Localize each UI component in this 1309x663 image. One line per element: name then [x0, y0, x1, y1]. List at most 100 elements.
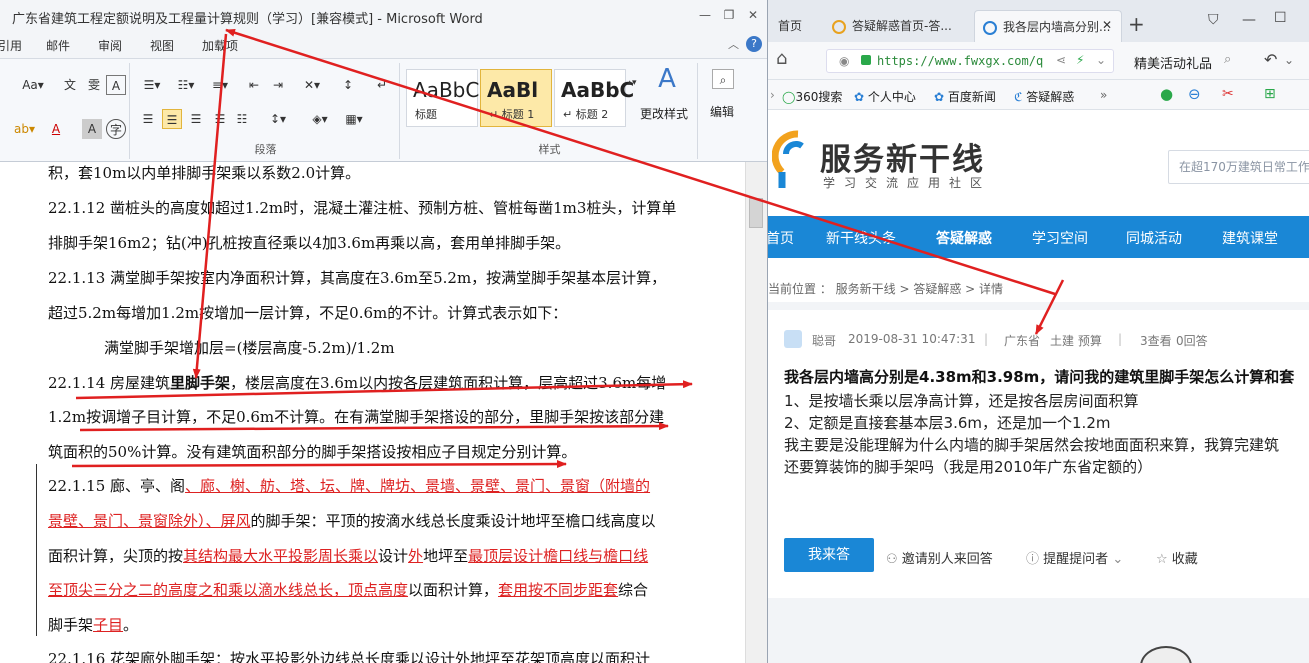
char-box-icon[interactable]: A [106, 75, 126, 95]
asian-layout-icon[interactable]: ✕▾ [298, 75, 326, 95]
search-icon[interactable]: ⌕ [1224, 52, 1231, 67]
align-right-icon[interactable]: ☰ [186, 109, 206, 129]
decrease-indent-icon[interactable]: ⇤ [244, 75, 264, 95]
styles-scroll-icon[interactable]: ▴▾ [626, 73, 638, 93]
bookmark-prev-icon[interactable]: › [770, 88, 775, 102]
answer-button[interactable]: 我来答 [784, 538, 874, 572]
bookmark-360[interactable]: ◯360搜索 [782, 88, 842, 105]
change-styles-label[interactable]: 更改样式 [640, 105, 688, 122]
invite-button[interactable]: ⚇ 邀请别人来回答 [886, 548, 993, 567]
menu-addins[interactable]: 加载项 [202, 37, 238, 54]
menu-references[interactable]: 引用 [0, 37, 22, 54]
close-button[interactable]: ✕ [744, 6, 762, 24]
style-heading-2-sample: AaBbC [561, 78, 635, 102]
menu-view[interactable]: 视图 [150, 37, 174, 54]
shirt-icon[interactable]: ⛉ [1208, 12, 1219, 28]
change-styles-icon[interactable]: A [652, 66, 682, 92]
lightning-icon[interactable]: ⚡ [1076, 53, 1084, 67]
minimize-button[interactable]: — [696, 6, 714, 24]
ribbon-collapse-icon[interactable]: ︿ [728, 36, 739, 52]
question-body-line: 我主要是没能理解为什么内墙的脚手架居然会按地面面积来算，我算完建筑 [784, 436, 1280, 454]
align-left-icon[interactable]: ☰ [138, 109, 158, 129]
nav-learning[interactable]: 学习空间 [1032, 228, 1088, 248]
tab-home-label: 首页 [778, 19, 803, 33]
line-spacing-icon[interactable]: ↕▾ [264, 109, 292, 129]
maximize-icon[interactable]: ☐ [1274, 10, 1287, 26]
bookmarks-more-icon[interactable]: » [1100, 88, 1107, 102]
promo-link[interactable]: 精美活动礼品 [1134, 53, 1212, 72]
highlight-icon[interactable]: ab▾ [14, 119, 35, 139]
document-body[interactable]: 积，套10m以内单排脚手架乘以系数2.0计算。 22.1.12 凿桩头的高度如超过… [0, 162, 745, 663]
multilevel-list-icon[interactable]: ≡▾ [206, 75, 234, 95]
borders-icon[interactable]: ▦▾ [340, 109, 368, 129]
help-icon[interactable]: ? [746, 36, 762, 52]
char-border-icon[interactable]: 雯 [84, 75, 104, 95]
enclose-char-icon[interactable]: 字 [106, 119, 126, 139]
restore-button[interactable]: ❐ [720, 6, 738, 24]
distributed-icon[interactable]: ☷ [232, 109, 252, 129]
change-case-icon[interactable]: Aa▾ [20, 75, 46, 95]
undo-dropdown-icon[interactable]: ⌄ [1284, 53, 1294, 67]
tab-question[interactable]: 我各层内墙高分别... [974, 10, 1122, 42]
site-search-input[interactable]: 在超170万建筑日常工作问题中搜索 [1168, 150, 1309, 184]
add-ext-icon[interactable]: ⊞ [1264, 86, 1276, 102]
bookmark-baidu[interactable]: ✿ 百度新闻 [934, 88, 996, 105]
favorite-button[interactable]: ☆ 收藏 [1156, 548, 1198, 567]
nav-local-events[interactable]: 同城活动 [1126, 228, 1182, 248]
dropdown-icon[interactable]: ⌄ [1096, 53, 1106, 67]
question-user[interactable]: 聪哥 [812, 332, 836, 349]
style-heading-1[interactable]: AaBl ↵ 标题 1 [480, 69, 552, 127]
scroll-thumb[interactable] [749, 198, 763, 228]
bookmark-personal-label: 个人中心 [867, 90, 916, 104]
bookmark-personal[interactable]: ✿ 个人中心 [854, 88, 916, 105]
vertical-scrollbar[interactable] [745, 162, 767, 663]
favorite-label: 收藏 [1171, 552, 1198, 567]
doc-line: 22.1.14 房屋建筑里脚手架，楼层高度在3.6m以内按各层建筑面积计算，层高… [48, 372, 666, 393]
scissors-icon[interactable]: ✂ [1222, 86, 1234, 102]
minimize-icon[interactable]: — [1242, 12, 1256, 28]
question-title: 我各层内墙高分别是4.38m和3.98m，请问我的建筑里脚手架怎么计算和套 [784, 368, 1295, 386]
tab-home[interactable]: 首页 [768, 10, 818, 42]
bookmark-qa[interactable]: ℭ 答疑解惑 [1014, 88, 1074, 105]
home-icon[interactable]: ⌂ [776, 48, 787, 69]
avatar[interactable] [784, 330, 802, 348]
breadcrumb[interactable]: 当前位置 ： 服务新干线 > 答疑解惑 > 详情 [768, 280, 1003, 297]
tab-question-label: 我各层内墙高分别... [1003, 20, 1111, 34]
font-color-icon[interactable]: A [46, 119, 66, 139]
tab-close-icon[interactable]: ✕ [1102, 18, 1112, 32]
doc-text: ，楼层高度在3.6m以内按各层建筑面积计算，层高超过3.6m每增 [230, 374, 667, 392]
new-tab-button[interactable]: + [1128, 12, 1145, 36]
edit-label[interactable]: 编辑 [710, 103, 734, 120]
binoculars-icon[interactable]: ⌕ [712, 69, 734, 89]
nav-home[interactable]: 首页 [768, 228, 794, 248]
justify-icon[interactable]: ☰ [210, 109, 230, 129]
nav-classroom[interactable]: 建筑课堂 [1222, 228, 1278, 248]
menu-mailings[interactable]: 邮件 [46, 37, 70, 54]
style-title[interactable]: AaBbC 标题 [406, 69, 479, 127]
phonetic-icon[interactable]: 文 [60, 75, 80, 95]
nav-qa[interactable]: 答疑解惑 [936, 228, 992, 248]
numbering-icon[interactable]: ☷▾ [172, 75, 200, 95]
char-shading-icon[interactable]: A [82, 119, 102, 139]
menu-review[interactable]: 审阅 [98, 37, 122, 54]
site-slogan: 学习交流应用社区 [823, 176, 992, 190]
tab-qa-home[interactable]: 答疑解惑首页-答... [824, 10, 972, 42]
remind-button[interactable]: ⓘ 提醒提问者 ⌄ [1026, 548, 1123, 567]
style-heading-2[interactable]: AaBbC ↵ 标题 2 [554, 69, 634, 127]
bullets-icon[interactable]: ☰▾ [138, 75, 166, 95]
question-views: 3查看 [1140, 334, 1172, 348]
site-logo[interactable]: 服务新干线 [820, 134, 985, 179]
bold-text: 里脚手架 [170, 374, 231, 392]
chat-icon[interactable]: ● [1160, 85, 1173, 103]
increase-indent-icon[interactable]: ⇥ [268, 75, 288, 95]
align-center-icon[interactable]: ☰ [162, 109, 182, 129]
undo-icon[interactable]: ↶ [1264, 50, 1277, 69]
word-menubar: 引用 邮件 审阅 视图 加载项 ︿ ? [0, 32, 767, 58]
url-field[interactable]: ◉ https://www.fwxgx.com/q [826, 49, 1114, 73]
sort-icon[interactable]: ↕ [338, 75, 358, 95]
minus-circle-icon[interactable]: ⊖ [1188, 85, 1201, 103]
show-marks-icon[interactable]: ↵ [372, 75, 392, 95]
nav-headlines[interactable]: 新干线头条 [826, 228, 896, 248]
shading-icon[interactable]: ◈▾ [306, 109, 334, 129]
share-icon[interactable]: ⋖ [1056, 53, 1066, 67]
